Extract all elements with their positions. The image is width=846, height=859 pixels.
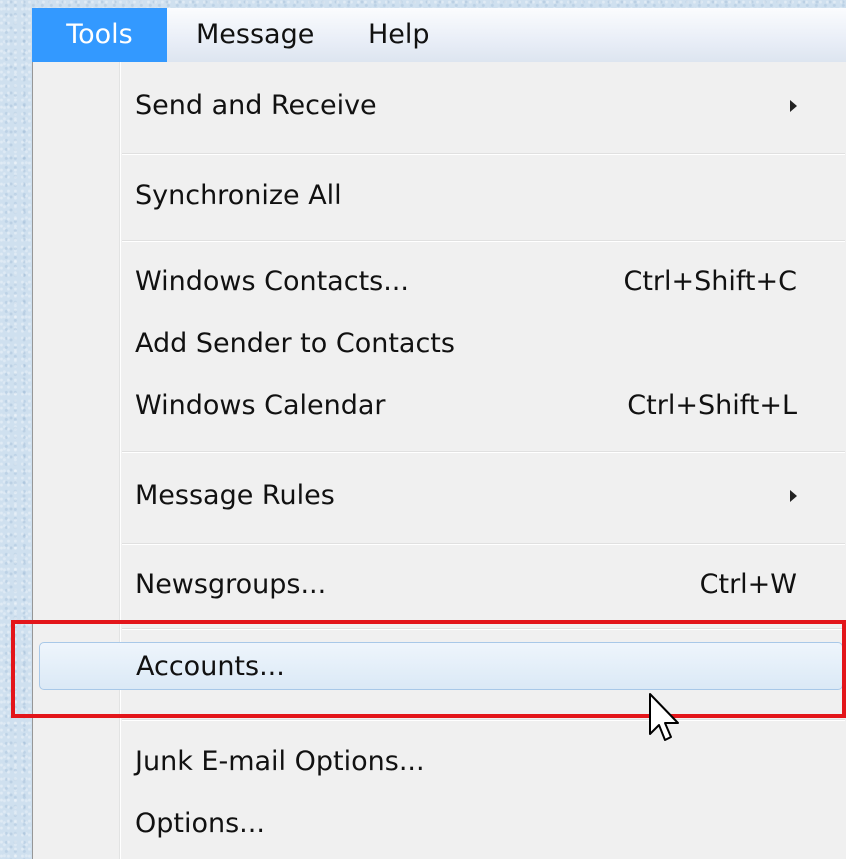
menu-item-label: Newsgroups...	[135, 569, 327, 600]
menu-item-message-rules[interactable]: Message Rules	[39, 472, 843, 520]
menu-tools[interactable]: Tools	[32, 8, 167, 62]
menu-item-label: Junk E-mail Options...	[135, 746, 425, 777]
menu-message[interactable]: Message	[196, 8, 314, 62]
menu-item-shortcut: Ctrl+Shift+L	[627, 390, 797, 421]
menu-item-junk-email-options[interactable]: Junk E-mail Options...	[39, 738, 843, 786]
menu-separator	[122, 628, 845, 630]
menu-item-label: Message Rules	[135, 480, 335, 511]
menu-item-label: Send and Receive	[135, 90, 377, 121]
menu-item-newsgroups[interactable]: Newsgroups... Ctrl+W	[39, 561, 843, 609]
mouse-pointer-icon	[649, 693, 679, 741]
menu-separator	[122, 719, 845, 721]
tools-menu-dropdown: Send and Receive Synchronize All Windows…	[32, 62, 846, 859]
menu-item-label: Accounts...	[136, 651, 285, 682]
menu-help[interactable]: Help	[368, 8, 430, 62]
chevron-right-icon	[790, 490, 797, 502]
menu-separator	[122, 240, 845, 242]
menu-separator	[122, 543, 845, 545]
menu-item-send-and-receive[interactable]: Send and Receive	[39, 82, 843, 130]
menu-item-windows-calendar[interactable]: Windows Calendar Ctrl+Shift+L	[39, 382, 843, 430]
menu-item-windows-contacts[interactable]: Windows Contacts... Ctrl+Shift+C	[39, 258, 843, 306]
menu-bar: Tools Message Help	[32, 8, 846, 63]
menu-item-shortcut: Ctrl+Shift+C	[623, 266, 797, 297]
menu-item-synchronize-all[interactable]: Synchronize All	[39, 172, 843, 220]
menu-separator	[122, 153, 845, 155]
menu-item-label: Options...	[135, 808, 265, 839]
menu-item-label: Synchronize All	[135, 180, 342, 211]
chevron-right-icon	[790, 100, 797, 112]
menu-item-options[interactable]: Options...	[39, 800, 843, 848]
menu-item-accounts[interactable]: Accounts...	[39, 642, 843, 690]
menu-item-label: Windows Calendar	[135, 390, 386, 421]
menu-separator	[122, 451, 845, 453]
menu-item-add-sender-to-contacts[interactable]: Add Sender to Contacts	[39, 320, 843, 368]
menu-item-label: Add Sender to Contacts	[135, 328, 455, 359]
menu-item-label: Windows Contacts...	[135, 266, 409, 297]
menu-item-shortcut: Ctrl+W	[699, 569, 797, 600]
